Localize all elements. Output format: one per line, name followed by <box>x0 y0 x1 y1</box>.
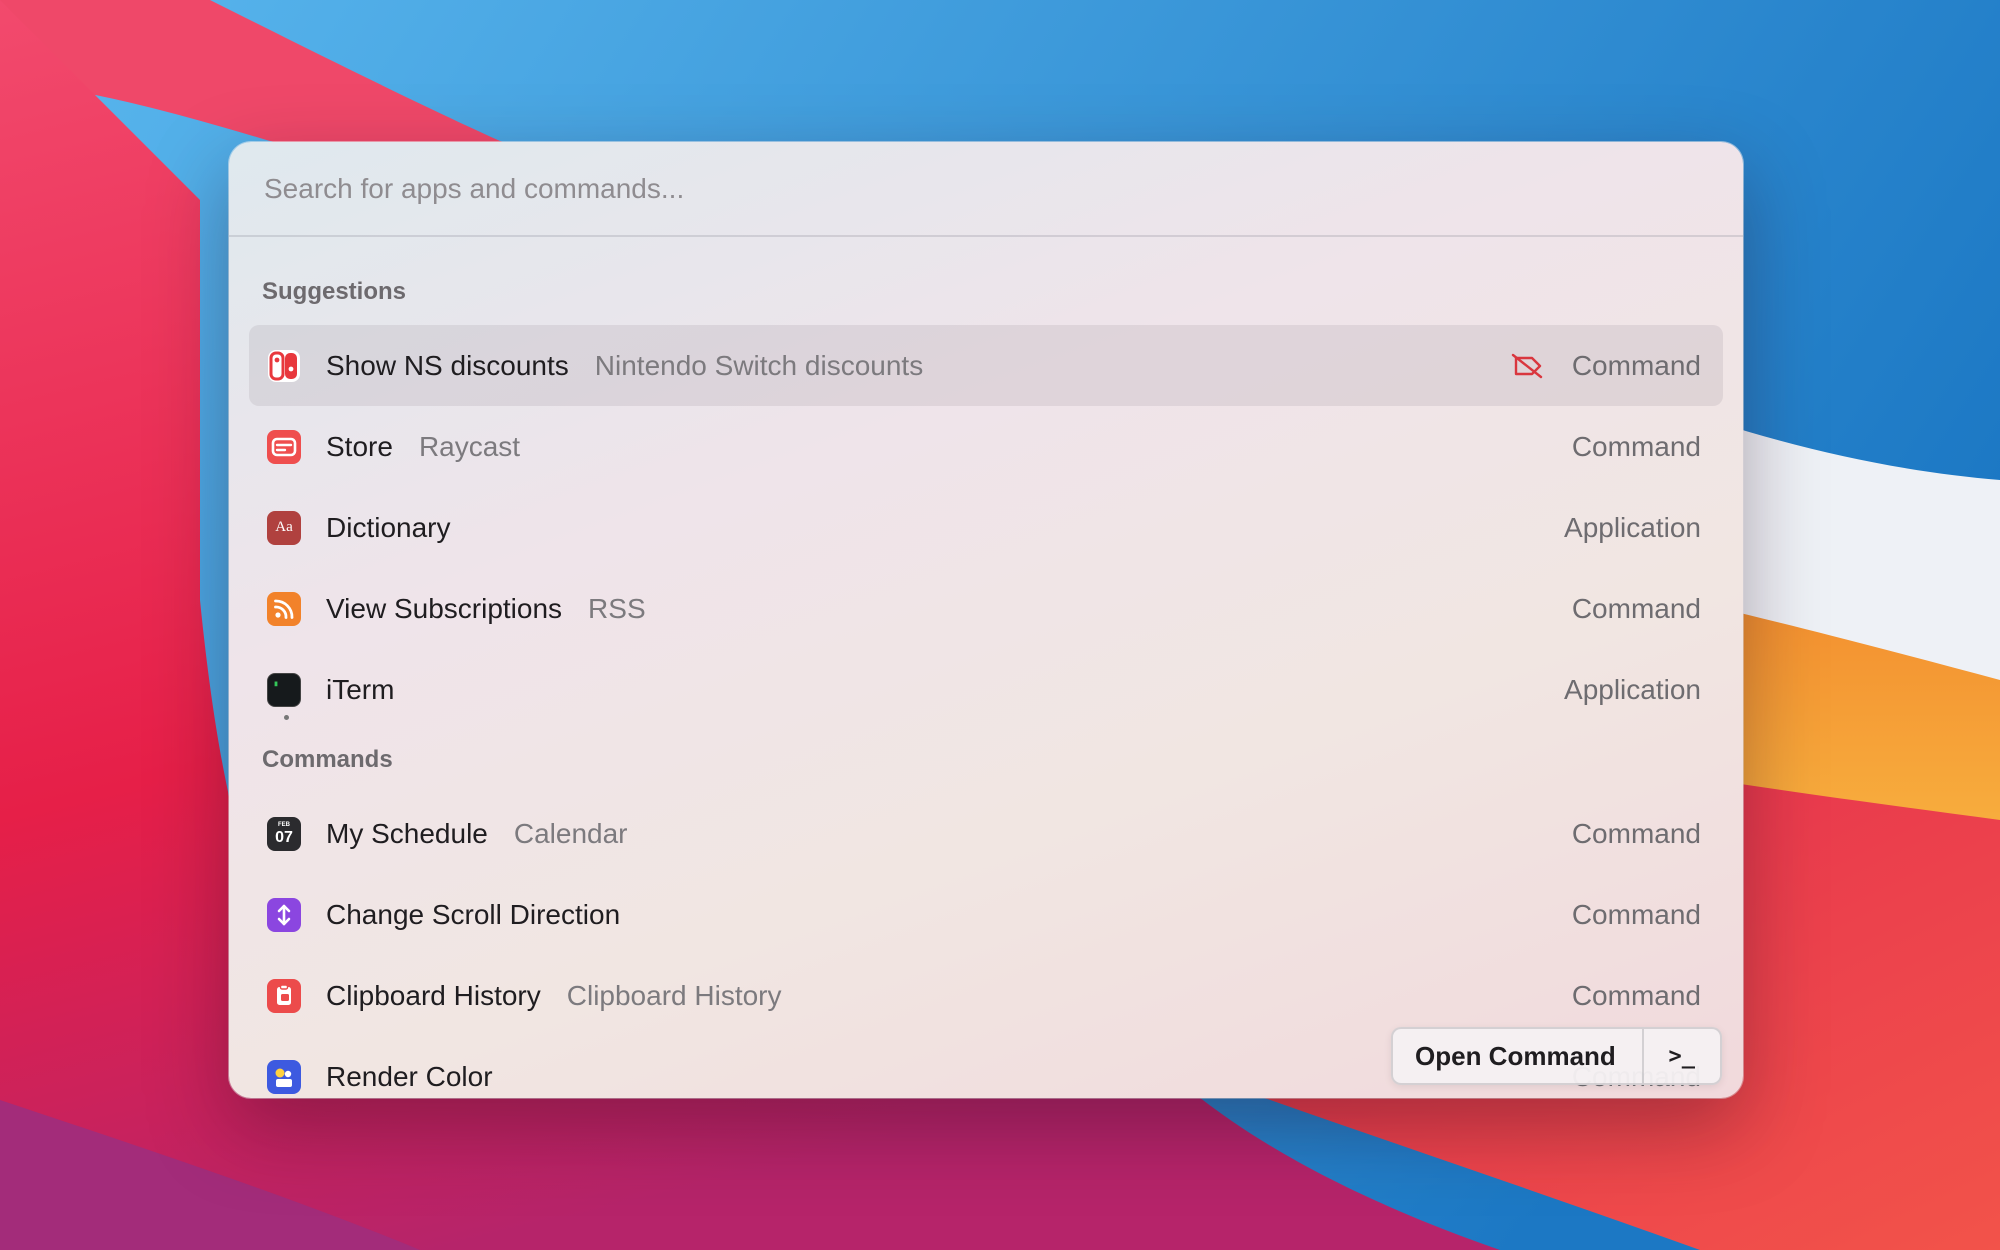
list-item-iterm[interactable]: iTerm Application <box>249 649 1723 730</box>
scroll-direction-icon <box>267 897 301 932</box>
nintendo-switch-icon <box>267 349 301 383</box>
disabled-tag-icon <box>1510 352 1544 380</box>
item-type: Command <box>1571 898 1701 930</box>
section-header-suggestions: Suggestions <box>262 278 407 305</box>
item-subtitle: Calendar <box>513 817 628 849</box>
calendar-day: 07 <box>275 829 293 846</box>
color-icon <box>267 1059 301 1094</box>
list-item-my-schedule[interactable]: FEB 07 My Schedule Calendar Command <box>249 793 1723 874</box>
rss-icon <box>267 591 301 626</box>
section-header-commands: Commands <box>262 746 393 773</box>
item-title: Dictionary <box>326 511 451 543</box>
action-bar: Open Command >_ <box>1391 1027 1722 1085</box>
item-title: Show NS discounts <box>326 349 569 381</box>
list-item-show-ns-discounts[interactable]: Show NS discounts Nintendo Switch discou… <box>249 325 1723 406</box>
item-title: Render Color <box>326 1060 493 1092</box>
clipboard-icon <box>267 978 301 1013</box>
list-item-dictionary[interactable]: Aa Dictionary Application <box>249 487 1723 568</box>
list-item-view-subscriptions[interactable]: View Subscriptions RSS Command <box>249 568 1723 649</box>
item-title: Change Scroll Direction <box>326 898 621 930</box>
item-subtitle: Nintendo Switch discounts <box>594 349 924 381</box>
item-title: My Schedule <box>326 817 488 849</box>
item-title: iTerm <box>326 673 395 705</box>
item-subtitle: RSS <box>588 592 646 624</box>
calendar-icon: FEB 07 <box>267 816 301 851</box>
item-type: Command <box>1571 817 1701 849</box>
open-command-button[interactable]: Open Command <box>1393 1029 1644 1083</box>
item-type: Application <box>1564 673 1701 705</box>
item-type: Command <box>1571 979 1701 1011</box>
search-input[interactable] <box>262 171 1666 206</box>
search-bar <box>229 142 1743 237</box>
list-item-change-scroll-direction[interactable]: Change Scroll Direction Command <box>249 874 1723 955</box>
item-type: Command <box>1571 349 1701 381</box>
running-indicator <box>284 715 289 720</box>
dictionary-icon: Aa <box>267 510 301 545</box>
iterm-icon <box>267 672 301 707</box>
store-icon <box>267 429 301 464</box>
terminal-action-button[interactable]: >_ <box>1644 1029 1720 1083</box>
item-subtitle: Raycast <box>418 430 521 462</box>
item-subtitle: Clipboard History <box>566 979 782 1011</box>
dictionary-glyph: Aa <box>275 519 293 535</box>
item-title: Clipboard History <box>326 979 541 1011</box>
item-type: Application <box>1564 511 1701 543</box>
item-title: Store <box>326 430 393 462</box>
item-type: Command <box>1571 592 1701 624</box>
item-title: View Subscriptions <box>326 592 563 624</box>
launcher-window: Suggestions Show NS discounts Nintendo S… <box>229 142 1743 1098</box>
list-item-store[interactable]: Store Raycast Command <box>249 406 1723 487</box>
list-item-clipboard-history[interactable]: Clipboard History Clipboard History Comm… <box>249 955 1723 1036</box>
item-type: Command <box>1571 430 1701 462</box>
